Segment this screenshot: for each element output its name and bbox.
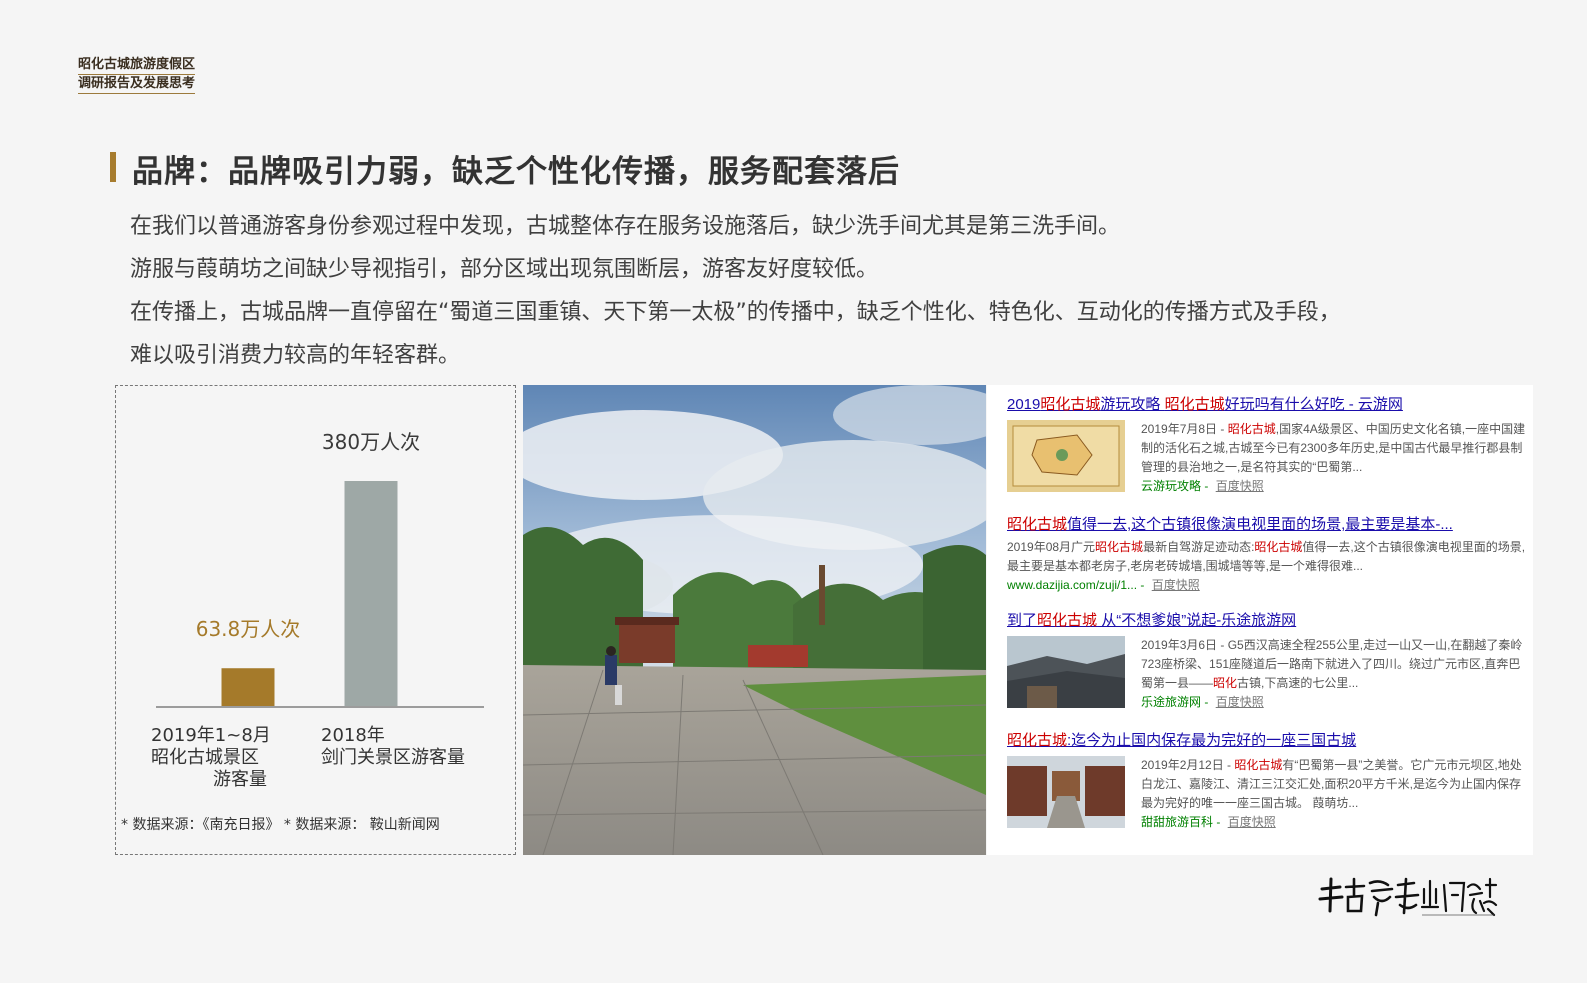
street-thumbnail-icon [1007, 756, 1125, 828]
category-label: 昭化古城景区 [151, 747, 259, 768]
title-accent-bar [110, 152, 116, 182]
result-thumbnail-map[interactable] [1007, 420, 1125, 492]
bar-value-label: 380万人次 [322, 430, 420, 454]
page-title: 品牌：品牌吸引力弱，缺乏个性化传播，服务配套落后 [132, 154, 900, 190]
report-header-line2: 调研报告及发展思考 [78, 75, 196, 94]
body-text: 在我们以普通游客身份参观过程中发现，古城整体存在服务设施落后，缺少洗手间尤其是第… [130, 205, 1510, 377]
search-results-panel: 2019昭化古城游玩攻略 昭化古城好玩吗有什么好吃 - 云游网 2019年7月8… [987, 385, 1533, 855]
snapshot-link[interactable]: 百度快照 [1216, 479, 1264, 493]
category-label: 2018年 [321, 725, 385, 746]
calligraphy-logo-image [1318, 877, 1498, 917]
calligraphy-logo [1318, 875, 1498, 919]
search-result-snippet: 2019年08月广元昭化古城最新自驾游足迹动态:昭化古城值得一去,这个古镇很像演… [1007, 540, 1526, 573]
paragraph-4: 难以吸引消费力较高的年轻客群。 [130, 343, 461, 368]
rooftop-thumbnail-icon [1007, 636, 1125, 708]
result-source[interactable]: 云游玩攻略 [1141, 479, 1201, 493]
town-square-image [523, 385, 986, 855]
report-header-line1: 昭化古城旅游度假区 [78, 56, 196, 75]
paragraph-3: 在传播上，古城品牌一直停留在“蜀道三国重镇、天下第一太极”的传播中，缺乏个性化、… [130, 300, 1341, 325]
result-source[interactable]: www.dazijia.com/zuji/1... [1007, 578, 1137, 592]
paragraph-1: 在我们以普通游客身份参观过程中发现，古城整体存在服务设施落后，缺少洗手间尤其是第… [130, 214, 1121, 239]
source-note: * 数据来源：《南充日报》 * 数据来源： 鞍山新闻网 [121, 817, 440, 833]
snapshot-link[interactable]: 百度快照 [1152, 578, 1200, 592]
bar-value-label: 63.8万人次 [196, 617, 301, 641]
search-result: 昭化古城值得一去,这个古镇很像演电视里面的场景,最主要是基本-... 2019年… [1007, 513, 1532, 595]
category-label: 剑门关景区游客量 [321, 747, 465, 768]
search-result-title-link[interactable]: 到了昭化古城 从“不想爹娘”说起-乐途旅游网 [1007, 609, 1532, 630]
search-result-snippet: 2019年3月6日 - G5西汉高速全程255公里,走过一山又一山,在翻越了秦岭… [1141, 638, 1523, 690]
map-thumbnail-icon [1007, 420, 1125, 492]
result-thumbnail-rooftops[interactable] [1007, 636, 1125, 708]
result-thumbnail-street[interactable] [1007, 756, 1125, 828]
search-result: 到了昭化古城 从“不想爹娘”说起-乐途旅游网 2019年3月6日 - G5西汉高… [1007, 609, 1532, 712]
result-source[interactable]: 甜甜旅游百科 [1141, 815, 1213, 829]
search-result: 2019昭化古城游玩攻略 昭化古城好玩吗有什么好吃 - 云游网 2019年7月8… [1007, 393, 1532, 496]
search-result-title-link[interactable]: 昭化古城值得一去,这个古镇很像演电视里面的场景,最主要是基本-... [1007, 513, 1532, 534]
snapshot-link[interactable]: 百度快照 [1228, 815, 1276, 829]
chart-bar [344, 481, 398, 706]
category-label: 2019年1~8月 [151, 725, 271, 746]
search-result-snippet: 2019年2月12日 - 昭化古城有“巴蜀第一县”之美誉。它广元市元坝区,地处白… [1141, 758, 1522, 810]
category-label: 游客量 [213, 769, 267, 790]
ancient-town-photo [523, 385, 986, 855]
search-result: 昭化古城:迄今为止国内保存最为完好的一座三国古城 2019年2月12日 - 昭化… [1007, 729, 1532, 832]
report-header: 昭化古城旅游度假区 调研报告及发展思考 [78, 56, 196, 94]
search-result-snippet: 2019年7月8日 - 昭化古城,国家4A级景区、中国历史文化名镇,一座中国建制… [1141, 422, 1526, 474]
search-result-title-link[interactable]: 2019昭化古城游玩攻略 昭化古城好玩吗有什么好吃 - 云游网 [1007, 393, 1532, 414]
visitor-chart-panel: 63.8万人次 2019年1~8月 昭化古城景区 游客量 380万人次 2018年 剑门关景… [115, 385, 516, 855]
result-source[interactable]: 乐途旅游网 [1141, 695, 1201, 709]
chart-bar [221, 668, 275, 706]
snapshot-link[interactable]: 百度快照 [1216, 695, 1264, 709]
search-result-title-link[interactable]: 昭化古城:迄今为止国内保存最为完好的一座三国古城 [1007, 729, 1532, 750]
visitor-bar-chart: 63.8万人次 2019年1~8月昭化古城景区游客量 380万人次 2018年剑门关景… [151, 430, 484, 790]
paragraph-2: 游服与葭萌坊之间缺少导视指引，部分区域出现氛围断层，游客友好度较低。 [130, 257, 879, 282]
